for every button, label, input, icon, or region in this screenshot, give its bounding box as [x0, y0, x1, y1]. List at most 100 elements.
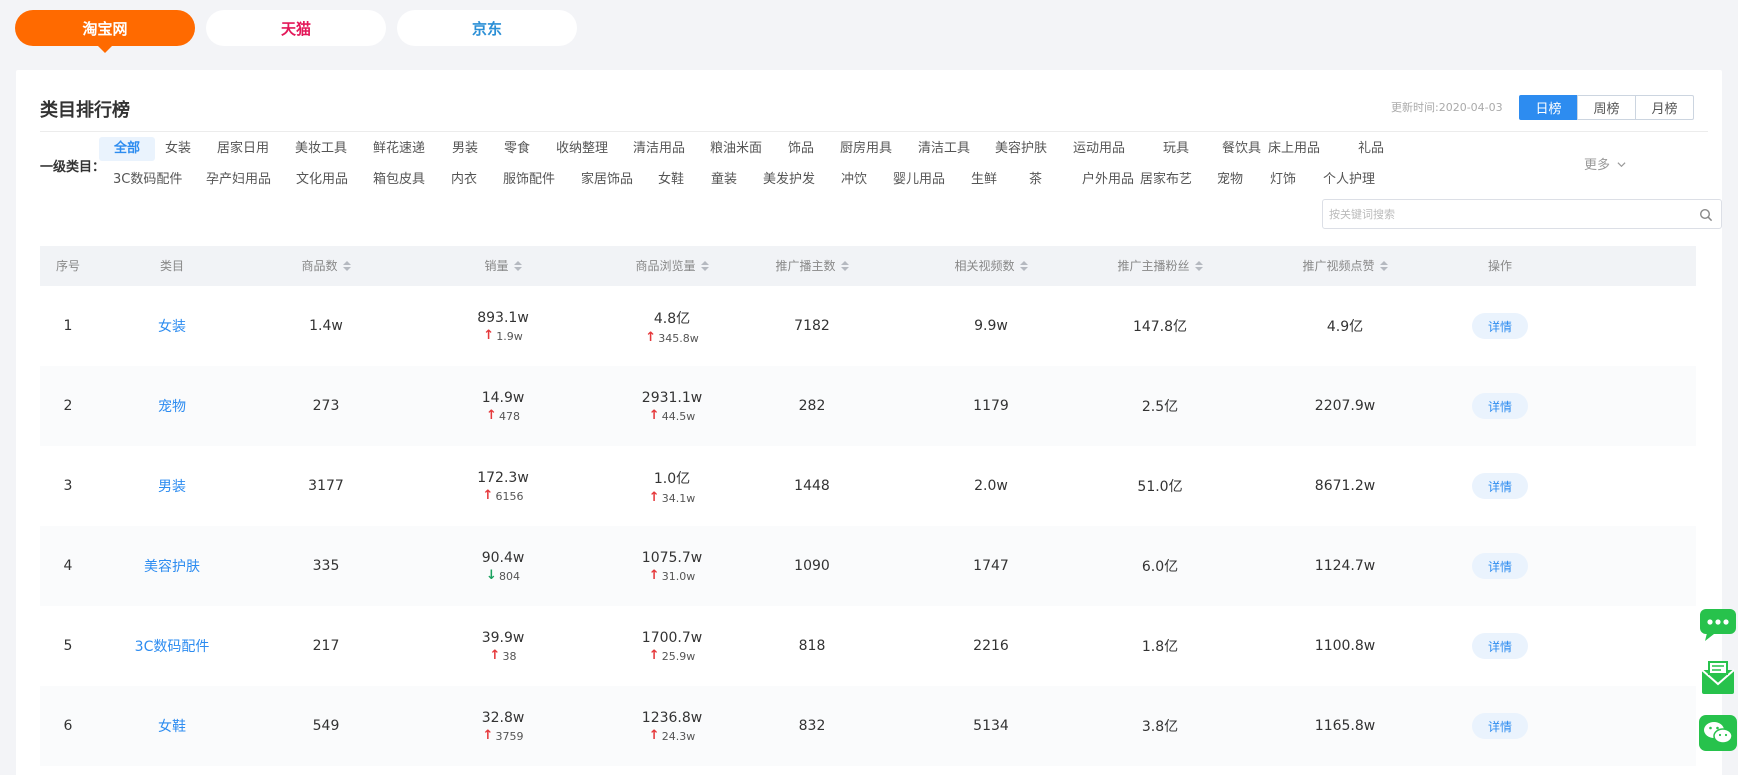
category-item[interactable]: 美发护发: [763, 168, 815, 192]
category-item[interactable]: 孕产妇用品: [206, 168, 271, 192]
period-daily-button[interactable]: 日榜: [1519, 95, 1578, 120]
category-link[interactable]: 美容护肤: [144, 556, 200, 576]
header-action: 操作: [1487, 259, 1512, 273]
detail-button[interactable]: 详情: [1472, 713, 1528, 739]
chat-icon[interactable]: [1697, 606, 1738, 644]
category-item[interactable]: 箱包皮具: [373, 168, 425, 192]
header-fans[interactable]: 推广主播粉丝: [1090, 246, 1230, 286]
sales-delta: ↑ 478: [486, 408, 520, 423]
header-promoters[interactable]: 推广播主数: [752, 246, 872, 286]
category-link[interactable]: 男装: [158, 476, 186, 496]
category-item[interactable]: 宠物: [1217, 168, 1243, 192]
views-cell: 1236.8w ↑ 24.3w: [592, 686, 752, 766]
category-item[interactable]: 居家日用: [217, 137, 269, 161]
header-products[interactable]: 商品数: [276, 246, 376, 286]
ranking-table: 序号 类目 商品数 销量 商品浏览量 推广播主数 相关视频数 推广主播粉丝 推广…: [40, 246, 1696, 766]
category-item[interactable]: 粮油米面: [710, 137, 762, 161]
products-cell: 273: [312, 398, 340, 414]
category-item[interactable]: 内衣: [451, 168, 477, 192]
category-item[interactable]: 灯饰: [1270, 168, 1296, 192]
update-time: 更新时间:2020-04-03: [1391, 101, 1503, 114]
category-item[interactable]: 女鞋: [658, 168, 684, 192]
category-item[interactable]: 礼品: [1358, 137, 1384, 161]
category-link[interactable]: 女装: [158, 316, 186, 336]
detail-button[interactable]: 详情: [1472, 313, 1528, 339]
detail-button[interactable]: 详情: [1472, 633, 1528, 659]
category-item[interactable]: 运动用品: [1073, 137, 1125, 161]
category-cell[interactable]: 3C数码配件: [122, 606, 222, 686]
sales-delta: ↑ 6156: [482, 488, 524, 503]
table-row: 1 女装 1.4w 893.1w ↑ 1.9w 4.8亿 ↑ 345.8w 7182 9.9w 147…: [40, 286, 1696, 366]
category-link[interactable]: 宠物: [158, 396, 186, 416]
arrow-up-icon: ↑: [648, 648, 660, 663]
sales-cell: 32.8w ↑ 3759: [443, 686, 563, 766]
category-item[interactable]: 男装: [452, 137, 478, 161]
views-delta: ↑ 345.8w: [645, 330, 699, 345]
category-item[interactable]: 玩具: [1163, 137, 1189, 161]
category-cell[interactable]: 男装: [122, 446, 222, 526]
likes-cell: 4.9亿: [1326, 319, 1364, 335]
category-item[interactable]: 服饰配件: [503, 168, 555, 192]
detail-button[interactable]: 详情: [1472, 553, 1528, 579]
page-title: 类目排行榜: [40, 100, 130, 121]
videos-cell: 9.9w: [974, 318, 1008, 334]
wechat-icon[interactable]: [1697, 714, 1738, 752]
detail-button[interactable]: 详情: [1472, 393, 1528, 419]
category-item[interactable]: 童装: [711, 168, 737, 192]
category-item[interactable]: 3C数码配件: [113, 168, 182, 192]
category-item[interactable]: 生鲜: [971, 168, 997, 192]
header-sales[interactable]: 销量: [443, 246, 563, 286]
period-monthly-button[interactable]: 月榜: [1635, 95, 1694, 120]
header-likes[interactable]: 推广视频点赞: [1275, 246, 1415, 286]
category-item[interactable]: 鲜花速递: [373, 137, 425, 161]
category-item[interactable]: 茶: [1029, 168, 1042, 192]
table-header: 序号 类目 商品数 销量 商品浏览量 推广播主数 相关视频数 推广主播粉丝 推广…: [40, 246, 1696, 286]
more-categories-button[interactable]: 更多: [1584, 154, 1626, 173]
period-weekly-button[interactable]: 周榜: [1577, 95, 1636, 120]
tab-taobao[interactable]: 淘宝网: [15, 10, 195, 53]
search-input[interactable]: [1323, 200, 1683, 228]
category-item[interactable]: 文化用品: [296, 168, 348, 192]
promoters-cell: 818: [798, 638, 826, 654]
category-item[interactable]: 家居饰品: [581, 168, 633, 192]
detail-button[interactable]: 详情: [1472, 473, 1528, 499]
category-item[interactable]: 床上用品: [1268, 137, 1320, 161]
arrow-up-icon: ↑: [648, 490, 660, 505]
category-cell[interactable]: 女装: [122, 286, 222, 366]
sales-cell: 90.4w ↓ 804: [443, 526, 563, 606]
fans-cell: 1.8亿: [1141, 639, 1179, 655]
category-item[interactable]: 美妆工具: [295, 137, 347, 161]
tab-tmall[interactable]: 天猫: [206, 10, 386, 46]
category-item[interactable]: 收纳整理: [556, 137, 608, 161]
mail-icon[interactable]: [1697, 660, 1738, 698]
category-item[interactable]: 冲饮: [841, 168, 867, 192]
ranking-card: 类目排行榜 更新时间:2020-04-03 日榜 周榜 月榜 一级类目： 全部女…: [16, 70, 1722, 775]
rank-cell: 6: [40, 686, 96, 766]
promoters-cell: 282: [798, 398, 826, 414]
category-item[interactable]: 厨房用具: [840, 137, 892, 161]
header-views[interactable]: 商品浏览量: [592, 246, 752, 286]
category-cell[interactable]: 女鞋: [122, 686, 222, 766]
category-item[interactable]: 饰品: [788, 137, 814, 161]
rank-cell: 2: [40, 366, 96, 446]
category-item[interactable]: 女装: [165, 137, 191, 161]
category-item[interactable]: 婴儿用品: [893, 168, 945, 192]
category-item[interactable]: 全部: [99, 137, 156, 161]
header-videos[interactable]: 相关视频数: [931, 246, 1051, 286]
category-cell[interactable]: 美容护肤: [122, 526, 222, 606]
category-item[interactable]: 美容护肤: [995, 137, 1047, 161]
views-cell: 1075.7w ↑ 31.0w: [592, 526, 752, 606]
category-cell[interactable]: 宠物: [122, 366, 222, 446]
category-item[interactable]: 个人护理: [1323, 168, 1375, 192]
search-icon[interactable]: [1699, 207, 1713, 222]
category-link[interactable]: 女鞋: [158, 716, 186, 736]
tab-jd[interactable]: 京东: [397, 10, 577, 46]
arrow-up-icon: ↑: [482, 728, 494, 743]
category-item[interactable]: 清洁用品: [633, 137, 685, 161]
category-item[interactable]: 户外用品: [1082, 168, 1134, 192]
category-link[interactable]: 3C数码配件: [135, 636, 210, 656]
category-item[interactable]: 餐饮具: [1222, 137, 1261, 161]
category-item[interactable]: 零食: [504, 137, 530, 161]
category-item[interactable]: 清洁工具: [918, 137, 970, 161]
category-item[interactable]: 居家布艺: [1140, 168, 1192, 192]
